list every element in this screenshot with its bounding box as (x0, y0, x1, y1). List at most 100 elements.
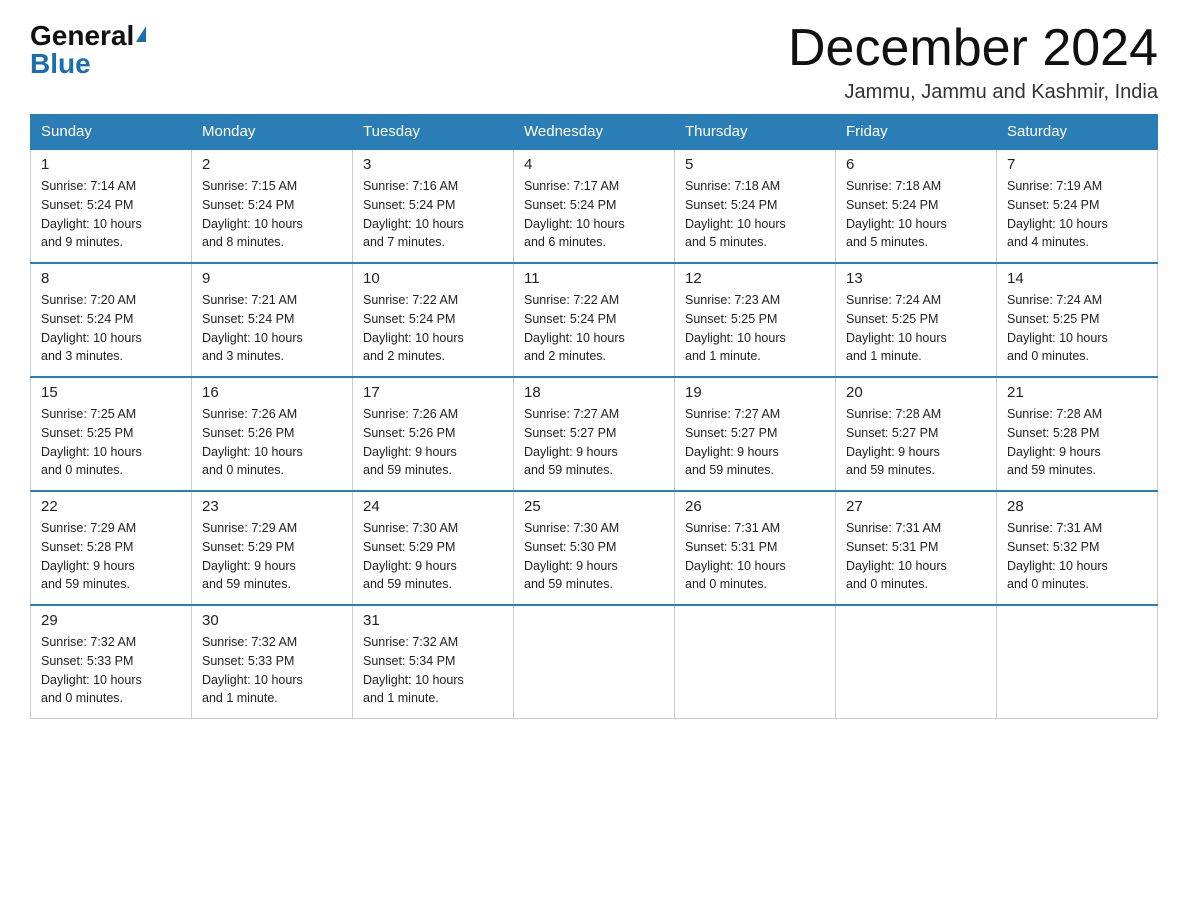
calendar-cell: 24 Sunrise: 7:30 AM Sunset: 5:29 PM Dayli… (353, 491, 514, 605)
day-number: 18 (524, 384, 664, 401)
calendar-week-1: 1Sunrise: 7:14 AM Sunset: 5:24 PM Daylig… (31, 149, 1158, 263)
day-number: 1 (41, 156, 181, 173)
day-info: Sunrise: 7:28 AM Sunset: 5:28 PM Dayligh… (1007, 405, 1147, 480)
calendar-cell: 3Sunrise: 7:16 AM Sunset: 5:24 PM Daylig… (353, 149, 514, 263)
day-info: Sunrise: 7:25 AM Sunset: 5:25 PM Dayligh… (41, 405, 181, 480)
day-number: 14 (1007, 270, 1147, 287)
day-number: 23 (202, 498, 342, 515)
day-number: 11 (524, 270, 664, 287)
day-info: Sunrise: 7:27 AM Sunset: 5:27 PM Dayligh… (524, 405, 664, 480)
day-number: 24 (363, 498, 503, 515)
calendar-cell: 5 Sunrise: 7:18 AM Sunset: 5:24 PM Daylig… (675, 149, 836, 263)
day-info: Sunrise: 7:29 AM Sunset: 5:29 PM Dayligh… (202, 519, 342, 594)
calendar-cell: 28Sunrise: 7:31 AM Sunset: 5:32 PM Dayli… (997, 491, 1158, 605)
day-info: Sunrise: 7:18 AM Sunset: 5:24 PM Dayligh… (685, 177, 825, 252)
calendar-cell: 18 Sunrise: 7:27 AM Sunset: 5:27 PM Dayli… (514, 377, 675, 491)
page-subtitle: Jammu, Jammu and Kashmir, India (788, 81, 1158, 104)
calendar-cell: 16Sunrise: 7:26 AM Sunset: 5:26 PM Dayli… (192, 377, 353, 491)
calendar-cell: 12 Sunrise: 7:23 AM Sunset: 5:25 PM Dayli… (675, 263, 836, 377)
day-info: Sunrise: 7:17 AM Sunset: 5:24 PM Dayligh… (524, 177, 664, 252)
calendar-cell: 29 Sunrise: 7:32 AM Sunset: 5:33 PM Dayli… (31, 605, 192, 719)
calendar-cell (675, 605, 836, 719)
day-info: Sunrise: 7:19 AM Sunset: 5:24 PM Dayligh… (1007, 177, 1147, 252)
day-number: 22 (41, 498, 181, 515)
day-number: 19 (685, 384, 825, 401)
day-number: 9 (202, 270, 342, 287)
calendar-header-saturday: Saturday (997, 115, 1158, 150)
day-info: Sunrise: 7:32 AM Sunset: 5:34 PM Dayligh… (363, 633, 503, 708)
day-number: 10 (363, 270, 503, 287)
calendar-week-2: 8Sunrise: 7:20 AM Sunset: 5:24 PM Daylig… (31, 263, 1158, 377)
day-number: 20 (846, 384, 986, 401)
calendar-cell: 22 Sunrise: 7:29 AM Sunset: 5:28 PM Dayli… (31, 491, 192, 605)
day-info: Sunrise: 7:29 AM Sunset: 5:28 PM Dayligh… (41, 519, 181, 594)
day-number: 13 (846, 270, 986, 287)
calendar-cell: 20 Sunrise: 7:28 AM Sunset: 5:27 PM Dayli… (836, 377, 997, 491)
day-info: Sunrise: 7:15 AM Sunset: 5:24 PM Dayligh… (202, 177, 342, 252)
day-number: 8 (41, 270, 181, 287)
calendar-cell: 19 Sunrise: 7:27 AM Sunset: 5:27 PM Dayli… (675, 377, 836, 491)
calendar-cell: 13 Sunrise: 7:24 AM Sunset: 5:25 PM Dayli… (836, 263, 997, 377)
day-info: Sunrise: 7:28 AM Sunset: 5:27 PM Dayligh… (846, 405, 986, 480)
day-info: Sunrise: 7:32 AM Sunset: 5:33 PM Dayligh… (41, 633, 181, 708)
day-number: 29 (41, 612, 181, 629)
day-number: 3 (363, 156, 503, 173)
calendar-cell: 1Sunrise: 7:14 AM Sunset: 5:24 PM Daylig… (31, 149, 192, 263)
day-number: 15 (41, 384, 181, 401)
calendar-week-3: 15 Sunrise: 7:25 AM Sunset: 5:25 PM Dayli… (31, 377, 1158, 491)
day-info: Sunrise: 7:31 AM Sunset: 5:31 PM Dayligh… (685, 519, 825, 594)
day-number: 21 (1007, 384, 1147, 401)
day-info: Sunrise: 7:31 AM Sunset: 5:32 PM Dayligh… (1007, 519, 1147, 594)
calendar-cell (997, 605, 1158, 719)
day-number: 27 (846, 498, 986, 515)
day-number: 12 (685, 270, 825, 287)
logo-triangle-icon (136, 26, 146, 42)
day-info: Sunrise: 7:30 AM Sunset: 5:29 PM Dayligh… (363, 519, 503, 594)
day-number: 5 (685, 156, 825, 173)
calendar-header-wednesday: Wednesday (514, 115, 675, 150)
calendar-cell: 7 Sunrise: 7:19 AM Sunset: 5:24 PM Daylig… (997, 149, 1158, 263)
calendar-week-5: 29 Sunrise: 7:32 AM Sunset: 5:33 PM Dayli… (31, 605, 1158, 719)
calendar-cell: 30 Sunrise: 7:32 AM Sunset: 5:33 PM Dayli… (192, 605, 353, 719)
page-header: General Blue December 2024 Jammu, Jammu … (30, 20, 1158, 104)
day-number: 25 (524, 498, 664, 515)
calendar-cell: 2Sunrise: 7:15 AM Sunset: 5:24 PM Daylig… (192, 149, 353, 263)
day-info: Sunrise: 7:26 AM Sunset: 5:26 PM Dayligh… (202, 405, 342, 480)
day-number: 26 (685, 498, 825, 515)
day-info: Sunrise: 7:31 AM Sunset: 5:31 PM Dayligh… (846, 519, 986, 594)
day-info: Sunrise: 7:18 AM Sunset: 5:24 PM Dayligh… (846, 177, 986, 252)
day-info: Sunrise: 7:22 AM Sunset: 5:24 PM Dayligh… (524, 291, 664, 366)
day-number: 30 (202, 612, 342, 629)
day-info: Sunrise: 7:24 AM Sunset: 5:25 PM Dayligh… (1007, 291, 1147, 366)
calendar-table: SundayMondayTuesdayWednesdayThursdayFrid… (30, 114, 1158, 719)
calendar-cell: 21 Sunrise: 7:28 AM Sunset: 5:28 PM Dayli… (997, 377, 1158, 491)
calendar-header-sunday: Sunday (31, 115, 192, 150)
calendar-week-4: 22 Sunrise: 7:29 AM Sunset: 5:28 PM Dayli… (31, 491, 1158, 605)
page-title: December 2024 (788, 20, 1158, 77)
day-info: Sunrise: 7:32 AM Sunset: 5:33 PM Dayligh… (202, 633, 342, 708)
day-info: Sunrise: 7:30 AM Sunset: 5:30 PM Dayligh… (524, 519, 664, 594)
calendar-cell: 31 Sunrise: 7:32 AM Sunset: 5:34 PM Dayli… (353, 605, 514, 719)
day-number: 7 (1007, 156, 1147, 173)
day-number: 4 (524, 156, 664, 173)
calendar-cell: 17 Sunrise: 7:26 AM Sunset: 5:26 PM Dayli… (353, 377, 514, 491)
calendar-header-tuesday: Tuesday (353, 115, 514, 150)
day-info: Sunrise: 7:24 AM Sunset: 5:25 PM Dayligh… (846, 291, 986, 366)
day-number: 17 (363, 384, 503, 401)
calendar-cell: 15 Sunrise: 7:25 AM Sunset: 5:25 PM Dayli… (31, 377, 192, 491)
day-info: Sunrise: 7:22 AM Sunset: 5:24 PM Dayligh… (363, 291, 503, 366)
calendar-cell: 27 Sunrise: 7:31 AM Sunset: 5:31 PM Dayli… (836, 491, 997, 605)
calendar-header-thursday: Thursday (675, 115, 836, 150)
calendar-header-friday: Friday (836, 115, 997, 150)
day-info: Sunrise: 7:27 AM Sunset: 5:27 PM Dayligh… (685, 405, 825, 480)
day-number: 31 (363, 612, 503, 629)
calendar-cell: 26 Sunrise: 7:31 AM Sunset: 5:31 PM Dayli… (675, 491, 836, 605)
logo-blue: Blue (30, 48, 146, 80)
calendar-cell: 23 Sunrise: 7:29 AM Sunset: 5:29 PM Dayli… (192, 491, 353, 605)
calendar-cell (836, 605, 997, 719)
calendar-cell: 6Sunrise: 7:18 AM Sunset: 5:24 PM Daylig… (836, 149, 997, 263)
day-info: Sunrise: 7:26 AM Sunset: 5:26 PM Dayligh… (363, 405, 503, 480)
logo: General Blue (30, 20, 146, 80)
day-info: Sunrise: 7:23 AM Sunset: 5:25 PM Dayligh… (685, 291, 825, 366)
calendar-cell: 11 Sunrise: 7:22 AM Sunset: 5:24 PM Dayli… (514, 263, 675, 377)
